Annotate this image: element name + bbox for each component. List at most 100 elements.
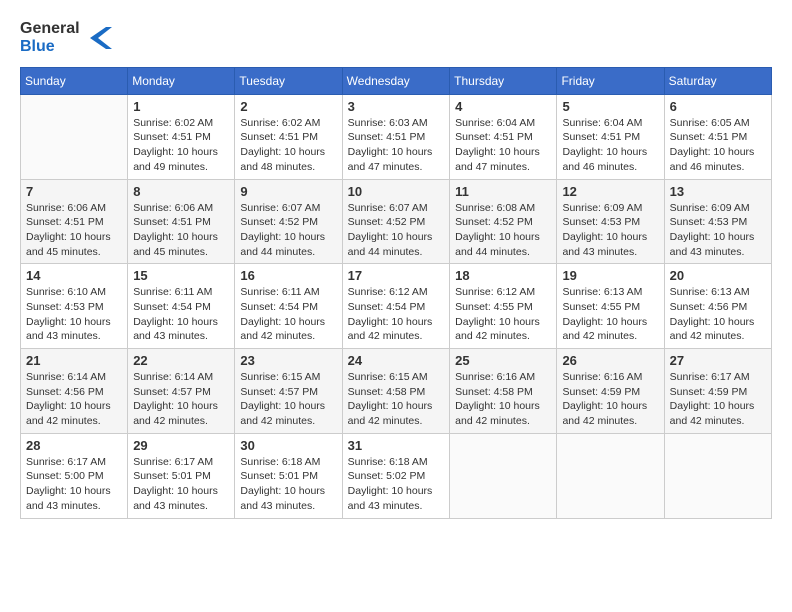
day-number: 7 [26,184,122,199]
sunset: Sunset: 4:51 PM [670,131,748,143]
day-info: Sunrise: 6:06 AM Sunset: 4:51 PM Dayligh… [133,201,229,260]
sunset: Sunset: 4:59 PM [562,386,640,398]
day-cell [21,94,128,179]
daylight: Daylight: 10 hours and 42 minutes. [26,400,111,427]
daylight: Daylight: 10 hours and 44 minutes. [348,231,433,258]
sunrise: Sunrise: 6:12 AM [455,286,535,298]
day-number: 20 [670,268,766,283]
day-cell: 11 Sunrise: 6:08 AM Sunset: 4:52 PM Dayl… [450,179,557,264]
sunrise: Sunrise: 6:12 AM [348,286,428,298]
week-row-3: 14 Sunrise: 6:10 AM Sunset: 4:53 PM Dayl… [21,264,772,349]
day-cell: 12 Sunrise: 6:09 AM Sunset: 4:53 PM Dayl… [557,179,664,264]
day-info: Sunrise: 6:14 AM Sunset: 4:56 PM Dayligh… [26,370,122,429]
day-info: Sunrise: 6:11 AM Sunset: 4:54 PM Dayligh… [133,285,229,344]
day-info: Sunrise: 6:08 AM Sunset: 4:52 PM Dayligh… [455,201,551,260]
day-cell: 15 Sunrise: 6:11 AM Sunset: 4:54 PM Dayl… [128,264,235,349]
day-number: 3 [348,99,444,114]
week-row-2: 7 Sunrise: 6:06 AM Sunset: 4:51 PM Dayli… [21,179,772,264]
sunrise: Sunrise: 6:14 AM [26,371,106,383]
week-row-4: 21 Sunrise: 6:14 AM Sunset: 4:56 PM Dayl… [21,349,772,434]
sunrise: Sunrise: 6:07 AM [348,202,428,214]
daylight: Daylight: 10 hours and 46 minutes. [670,146,755,173]
sunrise: Sunrise: 6:16 AM [562,371,642,383]
day-cell [664,433,771,518]
sunset: Sunset: 4:51 PM [455,131,533,143]
sunset: Sunset: 4:51 PM [26,216,104,228]
sunset: Sunset: 5:01 PM [133,470,211,482]
logo-general-text: General [20,20,80,38]
day-header-saturday: Saturday [664,67,771,94]
day-info: Sunrise: 6:07 AM Sunset: 4:52 PM Dayligh… [240,201,336,260]
sunrise: Sunrise: 6:17 AM [670,371,750,383]
sunset: Sunset: 4:56 PM [26,386,104,398]
day-header-thursday: Thursday [450,67,557,94]
daylight: Daylight: 10 hours and 47 minutes. [348,146,433,173]
sunrise: Sunrise: 6:11 AM [240,286,319,298]
day-info: Sunrise: 6:17 AM Sunset: 5:00 PM Dayligh… [26,455,122,514]
sunrise: Sunrise: 6:04 AM [455,117,535,129]
daylight: Daylight: 10 hours and 42 minutes. [670,316,755,343]
daylight: Daylight: 10 hours and 42 minutes. [133,400,218,427]
sunrise: Sunrise: 6:02 AM [133,117,213,129]
sunrise: Sunrise: 6:03 AM [348,117,428,129]
day-info: Sunrise: 6:17 AM Sunset: 4:59 PM Dayligh… [670,370,766,429]
day-info: Sunrise: 6:11 AM Sunset: 4:54 PM Dayligh… [240,285,336,344]
daylight: Daylight: 10 hours and 43 minutes. [26,485,111,512]
day-cell: 28 Sunrise: 6:17 AM Sunset: 5:00 PM Dayl… [21,433,128,518]
sunrise: Sunrise: 6:13 AM [670,286,750,298]
day-info: Sunrise: 6:12 AM Sunset: 4:54 PM Dayligh… [348,285,444,344]
daylight: Daylight: 10 hours and 49 minutes. [133,146,218,173]
daylight: Daylight: 10 hours and 43 minutes. [670,231,755,258]
calendar-table: SundayMondayTuesdayWednesdayThursdayFrid… [20,67,772,519]
sunset: Sunset: 4:51 PM [133,216,211,228]
day-info: Sunrise: 6:18 AM Sunset: 5:01 PM Dayligh… [240,455,336,514]
day-number: 6 [670,99,766,114]
day-number: 2 [240,99,336,114]
sunrise: Sunrise: 6:15 AM [348,371,428,383]
day-number: 28 [26,438,122,453]
sunset: Sunset: 4:51 PM [240,131,318,143]
sunrise: Sunrise: 6:11 AM [133,286,212,298]
day-number: 5 [562,99,658,114]
logo-chevron-icon [86,23,116,53]
sunset: Sunset: 4:53 PM [670,216,748,228]
day-cell: 1 Sunrise: 6:02 AM Sunset: 4:51 PM Dayli… [128,94,235,179]
daylight: Daylight: 10 hours and 42 minutes. [562,400,647,427]
sunset: Sunset: 4:55 PM [562,301,640,313]
day-number: 31 [348,438,444,453]
day-info: Sunrise: 6:02 AM Sunset: 4:51 PM Dayligh… [133,116,229,175]
day-number: 25 [455,353,551,368]
day-cell: 31 Sunrise: 6:18 AM Sunset: 5:02 PM Dayl… [342,433,449,518]
day-number: 8 [133,184,229,199]
day-info: Sunrise: 6:09 AM Sunset: 4:53 PM Dayligh… [562,201,658,260]
day-number: 30 [240,438,336,453]
sunset: Sunset: 4:55 PM [455,301,533,313]
day-number: 14 [26,268,122,283]
sunset: Sunset: 4:58 PM [455,386,533,398]
sunrise: Sunrise: 6:09 AM [670,202,750,214]
day-cell: 4 Sunrise: 6:04 AM Sunset: 4:51 PM Dayli… [450,94,557,179]
week-row-5: 28 Sunrise: 6:17 AM Sunset: 5:00 PM Dayl… [21,433,772,518]
day-info: Sunrise: 6:12 AM Sunset: 4:55 PM Dayligh… [455,285,551,344]
daylight: Daylight: 10 hours and 42 minutes. [240,316,325,343]
day-cell: 2 Sunrise: 6:02 AM Sunset: 4:51 PM Dayli… [235,94,342,179]
daylight: Daylight: 10 hours and 45 minutes. [26,231,111,258]
day-number: 13 [670,184,766,199]
day-number: 23 [240,353,336,368]
daylight: Daylight: 10 hours and 43 minutes. [133,485,218,512]
sunset: Sunset: 4:52 PM [240,216,318,228]
calendar-header: SundayMondayTuesdayWednesdayThursdayFrid… [21,67,772,94]
day-info: Sunrise: 6:09 AM Sunset: 4:53 PM Dayligh… [670,201,766,260]
sunrise: Sunrise: 6:10 AM [26,286,106,298]
sunset: Sunset: 4:51 PM [348,131,426,143]
daylight: Daylight: 10 hours and 46 minutes. [562,146,647,173]
sunset: Sunset: 4:54 PM [133,301,211,313]
day-info: Sunrise: 6:10 AM Sunset: 4:53 PM Dayligh… [26,285,122,344]
day-info: Sunrise: 6:07 AM Sunset: 4:52 PM Dayligh… [348,201,444,260]
sunrise: Sunrise: 6:18 AM [348,456,428,468]
day-info: Sunrise: 6:05 AM Sunset: 4:51 PM Dayligh… [670,116,766,175]
day-number: 4 [455,99,551,114]
day-number: 15 [133,268,229,283]
daylight: Daylight: 10 hours and 43 minutes. [562,231,647,258]
sunrise: Sunrise: 6:08 AM [455,202,535,214]
